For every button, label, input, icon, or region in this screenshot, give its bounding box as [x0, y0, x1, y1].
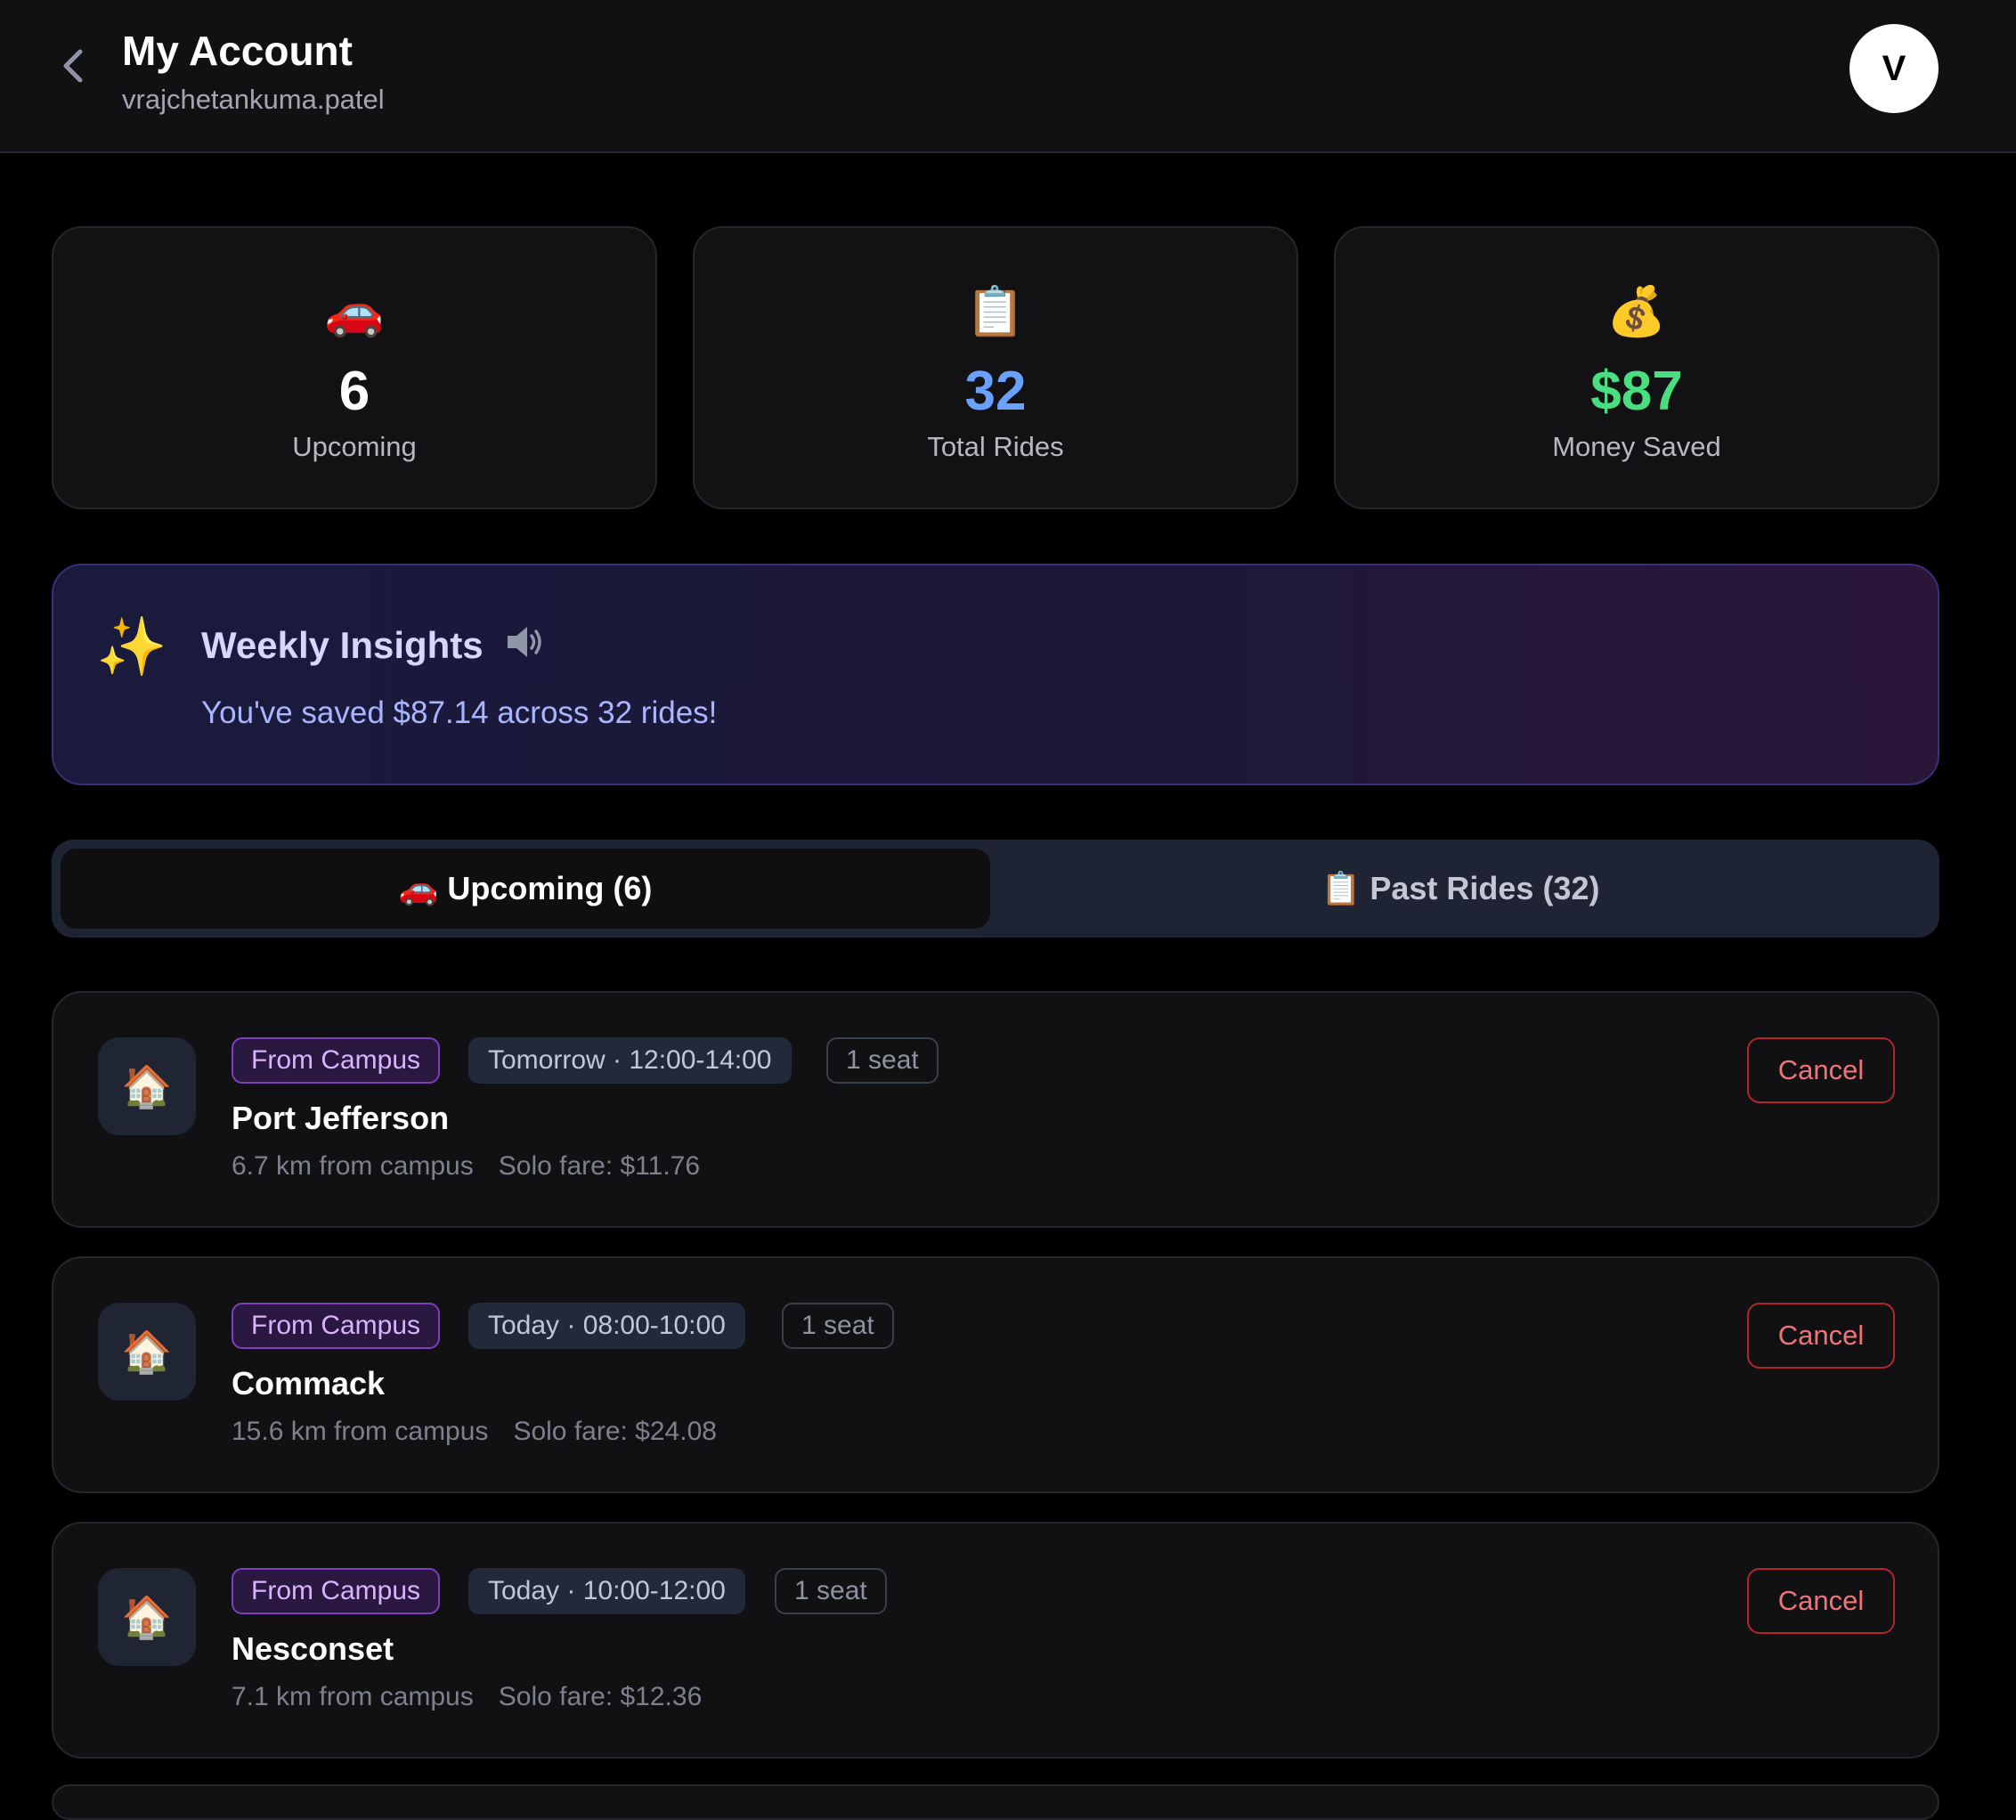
direction-badge: From Campus	[232, 1568, 441, 1614]
tab-label: Upcoming (6)	[447, 870, 653, 906]
ride-distance: 6.7 km from campus	[232, 1151, 474, 1181]
chevron-left-icon	[63, 49, 83, 83]
insights-message: You've saved $87.14 across 32 rides!	[201, 695, 718, 730]
time-badge: Today · 08:00-10:00	[468, 1303, 745, 1349]
stat-card-money-saved: 💰 $87 Money Saved	[1334, 226, 1939, 509]
header: My Account vrajchetankuma.patel V	[0, 0, 2016, 153]
stat-card-total-rides: 📋 32 Total Rides	[693, 226, 1298, 509]
clipboard-icon: 📋	[1321, 870, 1362, 906]
tab-upcoming[interactable]: 🚗 Upcoming (6)	[61, 849, 990, 929]
ride-destination: Commack	[232, 1365, 386, 1402]
ride-card: 🏠 From Campus Today · 08:00-10:00 1 seat…	[52, 1256, 1939, 1493]
direction-badge: From Campus	[232, 1303, 441, 1349]
seat-badge: 1 seat	[775, 1568, 887, 1614]
house-icon: 🏠	[98, 1037, 196, 1135]
ride-meta: 15.6 km from campus Solo fare: $24.08	[232, 1417, 742, 1447]
ride-card: 🏠 From Campus Tomorrow · 12:00-14:00 1 s…	[52, 991, 1939, 1228]
ride-destination: Nesconset	[232, 1630, 394, 1667]
speaker-button[interactable]	[504, 622, 547, 666]
tab-past-rides[interactable]: 📋 Past Rides (32)	[990, 849, 1931, 929]
ride-tabs: 🚗 Upcoming (6) 📋 Past Rides (32)	[52, 840, 1939, 938]
ride-fare: Solo fare: $11.76	[498, 1151, 701, 1181]
ride-fare: Solo fare: $12.36	[498, 1682, 703, 1711]
sparkles-icon: ✨	[96, 614, 167, 678]
ride-card-partial	[52, 1784, 1939, 1820]
insights-title: Weekly Insights	[201, 624, 484, 666]
username: vrajchetankuma.patel	[122, 84, 385, 115]
direction-badge: From Campus	[232, 1037, 441, 1084]
house-icon: 🏠	[98, 1303, 196, 1401]
cancel-button[interactable]: Cancel	[1747, 1303, 1895, 1369]
stat-label: Money Saved	[1552, 431, 1721, 462]
clipboard-icon: 📋	[965, 285, 1026, 338]
avatar[interactable]: V	[1849, 24, 1939, 113]
back-button[interactable]	[53, 46, 93, 85]
stat-label: Upcoming	[292, 431, 417, 462]
house-icon: 🏠	[98, 1568, 196, 1666]
ride-destination: Port Jefferson	[232, 1100, 450, 1136]
tab-label: Past Rides (32)	[1370, 870, 1600, 906]
money-bag-icon: 💰	[1606, 285, 1667, 338]
ride-fare: Solo fare: $24.08	[513, 1417, 717, 1446]
page-title: My Account	[122, 28, 353, 74]
car-icon: 🚗	[324, 285, 385, 338]
ride-meta: 7.1 km from campus Solo fare: $12.36	[232, 1682, 727, 1712]
ride-card: 🏠 From Campus Today · 10:00-12:00 1 seat…	[52, 1522, 1939, 1759]
stat-value: 6	[338, 361, 370, 422]
weekly-insights-card: ✨ Weekly Insights You've saved $87.14 ac…	[52, 564, 1939, 785]
stat-value: $87	[1590, 361, 1683, 422]
stat-value: 32	[964, 361, 1027, 422]
speaker-icon	[508, 627, 541, 657]
ride-meta: 6.7 km from campus Solo fare: $11.76	[232, 1151, 725, 1182]
seat-badge: 1 seat	[826, 1037, 939, 1084]
seat-badge: 1 seat	[782, 1303, 894, 1349]
car-icon: 🚗	[398, 870, 439, 906]
stat-label: Total Rides	[927, 431, 1064, 462]
cancel-button[interactable]: Cancel	[1747, 1568, 1895, 1634]
ride-distance: 7.1 km from campus	[232, 1682, 474, 1711]
cancel-button[interactable]: Cancel	[1747, 1037, 1895, 1103]
time-badge: Today · 10:00-12:00	[468, 1568, 745, 1614]
ride-distance: 15.6 km from campus	[232, 1417, 489, 1446]
time-badge: Tomorrow · 12:00-14:00	[468, 1037, 792, 1084]
stat-card-upcoming: 🚗 6 Upcoming	[52, 226, 657, 509]
